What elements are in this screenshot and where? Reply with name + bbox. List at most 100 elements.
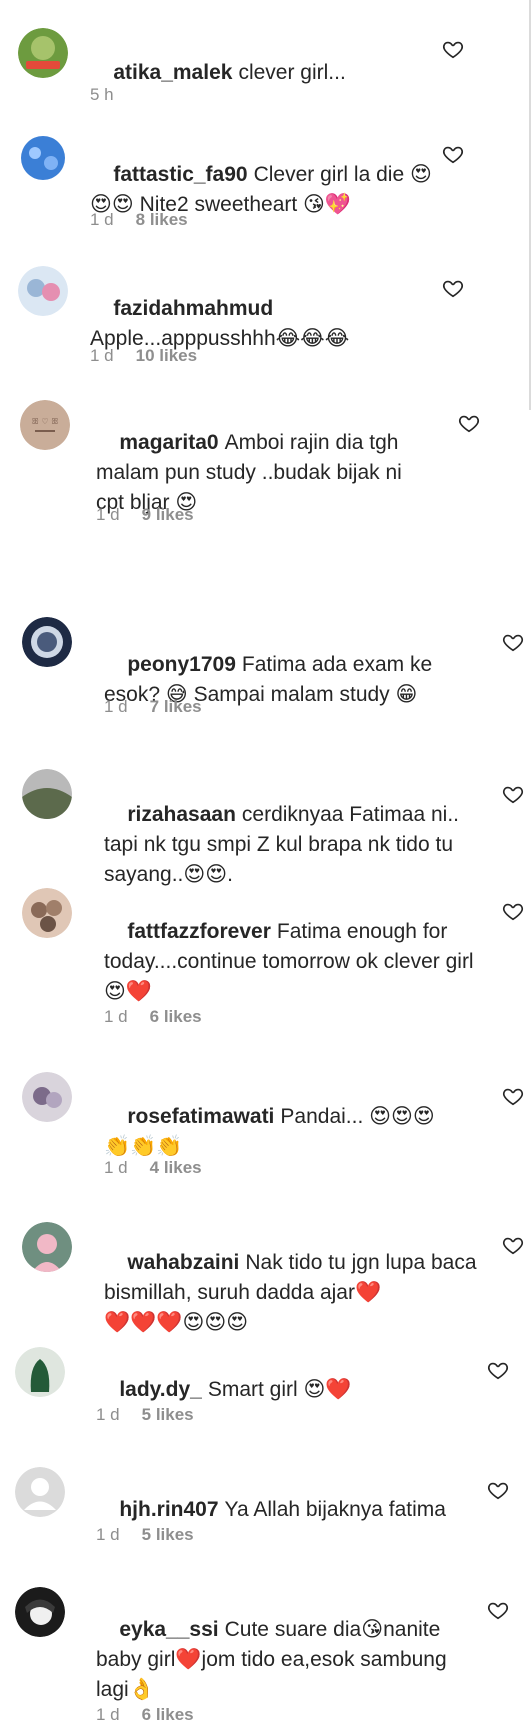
comment-likes[interactable]: 6 likes [142,1705,194,1724]
comment-body: Smart girl 😍❤️ [207,1378,352,1401]
comment-username[interactable]: lady.dy_ [119,1378,201,1401]
comment-time[interactable]: 1 d [96,1405,120,1424]
comment-likes[interactable]: 6 likes [150,1007,202,1026]
comment-meta: 1 d 6 likes [96,1705,194,1725]
like-button[interactable] [487,1359,509,1381]
comment-username[interactable]: fattastic_fa90 [113,163,247,186]
comment-text: fazidahmahmud Apple...apppusshhh😂😂😂 [90,264,485,384]
heart-outline-icon [502,634,524,652]
comment-likes[interactable]: 7 likes [150,697,202,716]
comment-meta: 5 h [90,85,114,105]
comment: ꕥ ♡ ꕥ magarita0 Amboi rajin dia tgh malam… [0,398,531,558]
avatar[interactable] [22,1222,72,1272]
like-button[interactable] [502,1234,524,1256]
like-button[interactable] [442,277,464,299]
heart-outline-icon [502,1088,524,1106]
heart-outline-icon [502,903,524,921]
comment-username[interactable]: fattfazzforever [127,920,271,943]
heart-outline-icon [487,1602,509,1620]
heart-outline-icon [442,146,464,164]
comment-meta: 1 d 5 likes [96,1525,194,1545]
avatar-image-icon [15,1587,65,1637]
avatar-image-icon [18,28,68,78]
heart-outline-icon [502,1237,524,1255]
avatar-image-icon [22,1072,72,1122]
avatar-image-icon: ꕥ ♡ ꕥ [20,400,70,450]
avatar[interactable]: ꕥ ♡ ꕥ [20,400,70,450]
comment-username[interactable]: peony1709 [127,653,236,676]
comment-meta: 1 d 4 likes [104,1158,202,1178]
comment-time[interactable]: 1 d [104,1007,128,1026]
comment-time[interactable]: 1 d [104,1158,128,1177]
comment: rosefatimawati Pandai... 😍😍😍 👏👏👏 1 d4 lik… [0,1065,531,1195]
comment: fazidahmahmud Apple...apppusshhh😂😂😂 1 d 1… [0,262,531,402]
comment-username[interactable]: hjh.rin407 [119,1498,218,1521]
avatar[interactable] [18,266,68,316]
like-button[interactable] [442,143,464,165]
comment-body: clever girl... [238,61,346,84]
comment-time[interactable]: 1 d [96,505,120,524]
avatar[interactable] [22,769,72,819]
comment-time[interactable]: 1 d [96,1705,120,1724]
comment: lady.dy_ Smart girl 😍❤️ 1 d 5 likes [0,1345,531,1445]
like-button[interactable] [502,631,524,653]
person-silhouette-icon [15,1467,65,1517]
avatar-image-icon [22,888,72,938]
avatar-image-icon [18,133,68,183]
comment-time[interactable]: 1 d [96,1525,120,1544]
comment-username[interactable]: fazidahmahmud [113,297,273,320]
avatar-image-icon [22,617,72,667]
comment-time[interactable]: 5 h [90,85,114,104]
comment-likes[interactable]: 5 likes [142,1525,194,1544]
comment-likes[interactable]: 5 likes [142,1405,194,1424]
like-button[interactable] [442,38,464,60]
heart-outline-icon [442,41,464,59]
comment-meta: 1 d 8 likes [90,210,188,230]
comment-text: magarita0 Amboi rajin dia tgh malam pun s… [96,398,426,548]
comment-time[interactable]: 1 d [90,346,114,365]
comment-text: peony1709 Fatima ada exam ke esok? 😅 Samp… [104,620,434,740]
heart-outline-icon [442,280,464,298]
avatar[interactable] [18,133,68,183]
comment-likes[interactable]: 9 likes [142,505,194,524]
comment-username[interactable]: atika_malek [113,61,232,84]
comment: hjh.rin407 Ya Allah bijaknya fatima 1 d 5 … [0,1465,531,1565]
like-button[interactable] [487,1479,509,1501]
avatar-image-icon [22,769,72,819]
avatar[interactable] [15,1347,65,1397]
comment-username[interactable]: rizahasaan [127,803,236,826]
comment-username[interactable]: magarita0 [119,431,218,454]
avatar-image-icon [15,1347,65,1397]
comment-username[interactable]: rosefatimawati [127,1105,274,1128]
avatar[interactable] [22,617,72,667]
comment-time[interactable]: 1 d [104,697,128,716]
like-button[interactable] [487,1599,509,1621]
comment-text: fattastic_fa90 Clever girl la die 😍 😍😍 Ni… [90,130,485,250]
comment-likes[interactable]: 10 likes [136,346,197,365]
comment-meta: 1 d 7 likes [104,697,202,717]
like-button[interactable] [502,1085,524,1107]
heart-outline-icon [502,786,524,804]
avatar[interactable] [18,28,68,78]
comment-meta: 1 d 6 likes [104,1007,202,1027]
comment-username[interactable]: eyka__ssi [119,1618,218,1641]
avatar[interactable] [22,1072,72,1122]
avatar-image-icon [18,266,68,316]
comment: wahabzaini Nak tido tu jgn lupa baca bism… [0,1218,531,1334]
svg-text:ꕥ ♡ ꕥ: ꕥ ♡ ꕥ [31,417,58,426]
comment-meta: 1 d 9 likes [96,505,194,525]
comment: peony1709 Fatima ada exam ke esok? 😅 Samp… [0,605,531,720]
comment-meta: 1 d 5 likes [96,1405,194,1425]
comment-likes[interactable]: 4 likes [150,1158,202,1177]
avatar[interactable] [15,1467,65,1517]
comment-username[interactable]: wahabzaini [127,1251,239,1274]
avatar[interactable] [22,888,72,938]
like-button[interactable] [502,783,524,805]
heart-outline-icon [487,1482,509,1500]
like-button[interactable] [502,900,524,922]
avatar-image-icon [22,1222,72,1272]
comment-likes[interactable]: 8 likes [136,210,188,229]
avatar[interactable] [15,1587,65,1637]
like-button[interactable] [458,412,480,434]
comment-time[interactable]: 1 d [90,210,114,229]
